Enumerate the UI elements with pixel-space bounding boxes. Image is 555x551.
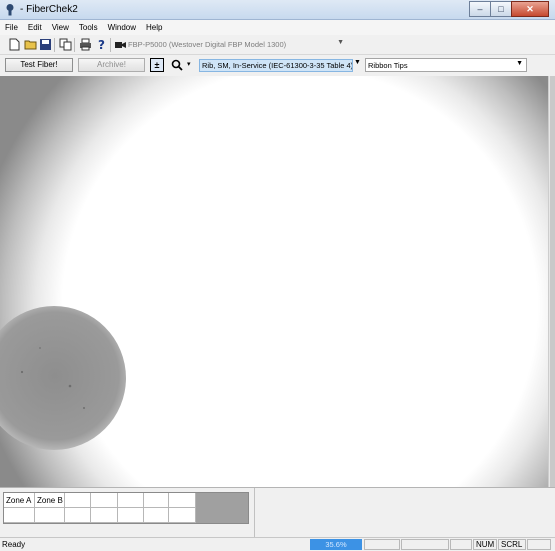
save-icon[interactable] <box>39 38 52 51</box>
maximize-button[interactable]: □ <box>490 1 512 17</box>
results-panel: Zone A Zone B <box>0 487 555 538</box>
toolbar-separator <box>74 38 75 52</box>
archive-button[interactable]: Archive! <box>78 58 145 72</box>
zone-result-cell <box>144 508 169 523</box>
profile-select[interactable]: Rib, SM, In-Service (IEC-61300-3-35 Tabl… <box>199 59 353 72</box>
zone-result-cell <box>65 508 91 523</box>
zone-result-cell <box>35 508 65 523</box>
open-folder-icon[interactable] <box>24 38 37 51</box>
toolbar-separator <box>54 38 55 52</box>
zone-result-cell <box>169 508 196 523</box>
minimize-button[interactable]: – <box>469 1 491 17</box>
print-icon[interactable] <box>79 38 92 51</box>
new-file-icon[interactable] <box>8 38 21 51</box>
tip-type-value: Ribbon Tips <box>368 61 408 70</box>
zoom-level: 35.6% <box>310 539 362 550</box>
title-bar: - FiberChek2 – □ ✕ <box>0 0 555 20</box>
menu-file[interactable]: File <box>0 20 23 35</box>
close-button[interactable]: ✕ <box>511 1 549 17</box>
zone-result-cell <box>4 508 35 523</box>
app-icon <box>6 4 14 16</box>
help-icon[interactable]: ? <box>95 38 108 51</box>
zone-header: Zone B <box>35 493 65 508</box>
zone-header <box>91 493 118 508</box>
toggle-button[interactable]: ± <box>150 58 164 72</box>
toolbar-separator <box>110 38 111 52</box>
zone-header: Zone A <box>4 493 35 508</box>
status-pane <box>527 539 551 550</box>
results-detail-pane <box>254 488 555 538</box>
device-select-value: FBP-P5000 (Westover Digital FBP Model 13… <box>128 40 287 49</box>
zone-result-cell <box>91 508 118 523</box>
camera-icon[interactable] <box>114 38 127 51</box>
vertical-scrollbar[interactable] <box>548 76 555 487</box>
menu-view[interactable]: View <box>47 20 74 35</box>
chevron-down-icon: ▼ <box>516 60 523 67</box>
test-toolbar: Test Fiber! Archive! ± ▾ Rib, SM, In-Ser… <box>0 55 555 76</box>
zone-result-cell <box>118 508 144 523</box>
fiber-endface-image <box>0 76 548 487</box>
menu-help[interactable]: Help <box>141 20 167 35</box>
tip-type-select[interactable]: Ribbon Tips ▼ <box>365 58 527 72</box>
num-lock-indicator: NUM <box>473 539 497 550</box>
zone-header <box>65 493 91 508</box>
test-fiber-button[interactable]: Test Fiber! <box>5 58 73 72</box>
fiber-image-view[interactable] <box>0 76 548 487</box>
chevron-down-icon: ▼ <box>337 39 344 46</box>
svg-text:?: ? <box>98 38 105 51</box>
status-pane <box>364 539 400 550</box>
status-pane <box>450 539 472 550</box>
status-bar: Ready 35.6% NUM SCRL <box>0 537 555 551</box>
menu-window[interactable]: Window <box>103 20 141 35</box>
zone-header <box>169 493 196 508</box>
zoom-icon[interactable] <box>171 59 183 71</box>
zone-header <box>144 493 169 508</box>
status-text: Ready <box>2 540 26 549</box>
menu-tools[interactable]: Tools <box>74 20 103 35</box>
window-title: - FiberChek2 <box>20 4 78 15</box>
menu-bar: File Edit View Tools Window Help <box>0 20 555 35</box>
zone-header <box>118 493 144 508</box>
copy-icon[interactable] <box>59 38 72 51</box>
status-pane <box>401 539 449 550</box>
device-select[interactable]: FBP-P5000 (Westover Digital FBP Model 13… <box>128 38 348 52</box>
zoom-dropdown-icon[interactable]: ▾ <box>187 60 191 68</box>
zone-results-grid: Zone A Zone B <box>3 492 249 524</box>
chevron-down-icon[interactable]: ▼ <box>354 59 361 66</box>
scroll-lock-indicator: SCRL <box>498 539 526 550</box>
window-controls: – □ ✕ <box>469 1 549 17</box>
menu-edit[interactable]: Edit <box>23 20 47 35</box>
main-toolbar: ? FBP-P5000 (Westover Digital FBP Model … <box>0 35 555 55</box>
scrollbar-thumb[interactable] <box>550 76 555 487</box>
